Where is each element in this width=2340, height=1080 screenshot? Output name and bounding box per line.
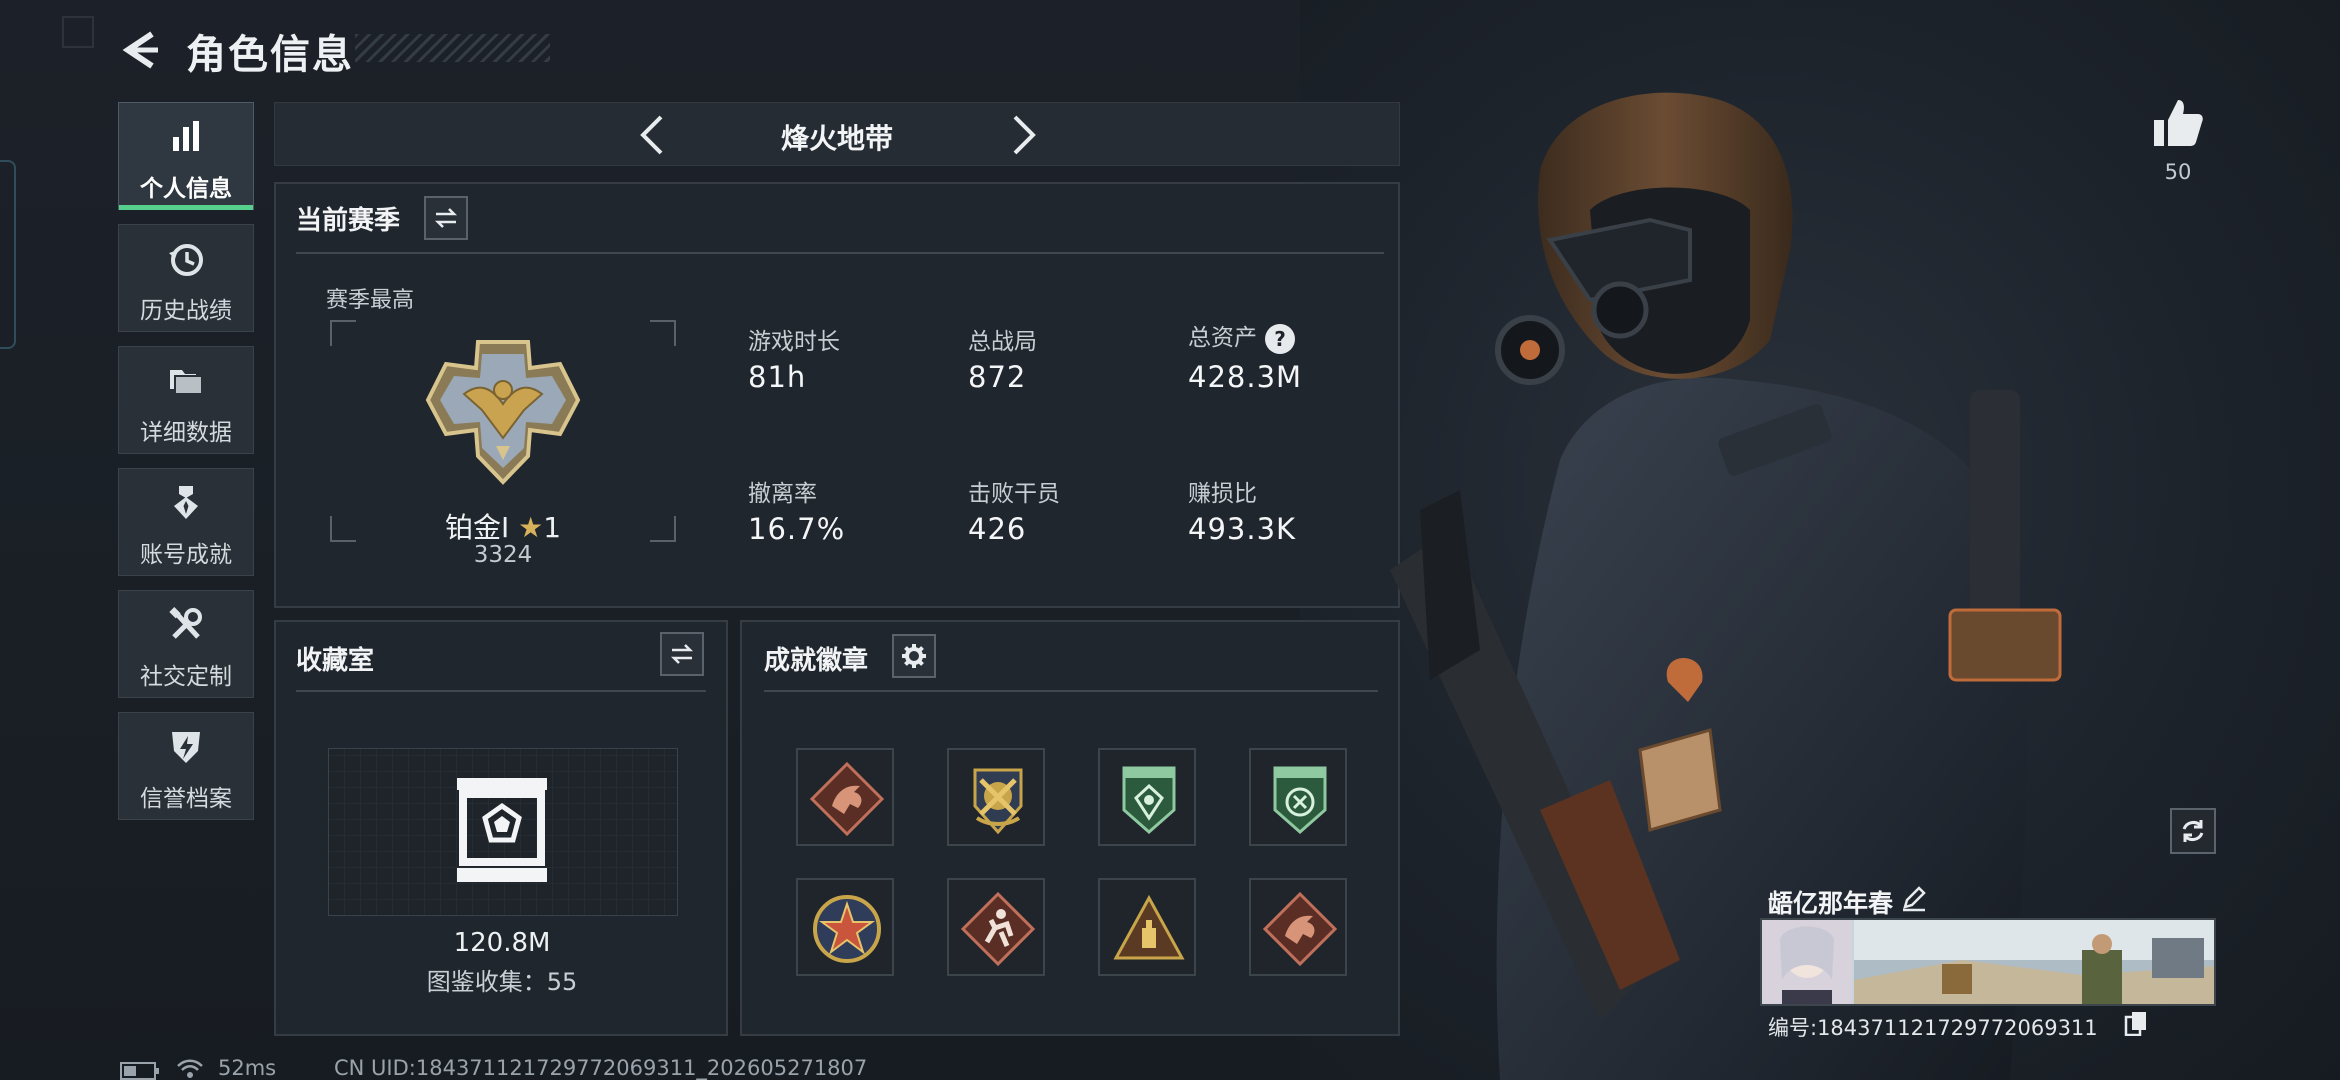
title-decoration <box>355 34 550 62</box>
stat-label-total-matches: 总战局 <box>968 329 1037 355</box>
stat-label-extraction-rate: 撤离率 <box>748 481 817 507</box>
mode-name: 烽火地带 <box>780 122 893 155</box>
stat-value-profit-loss-ratio: 493.3K <box>1188 512 1297 546</box>
next-mode-arrow-icon[interactable] <box>999 111 1047 159</box>
divider <box>296 252 1384 254</box>
stat-label-playtime: 游戏时长 <box>748 329 840 355</box>
folder-icon <box>170 370 203 395</box>
achievement-badge[interactable] <box>1249 748 1347 846</box>
mode-selector: 烽火地带 <box>274 102 1400 166</box>
stat-label-profit-loss-ratio: 赚损比 <box>1188 481 1257 507</box>
runner-emblem-icon <box>961 892 1035 966</box>
sidebar-item-social-custom[interactable]: 社交定制 <box>118 590 254 698</box>
swap-icon <box>670 644 694 664</box>
sidebar-item-achievements[interactable]: 账号成就 <box>118 468 254 576</box>
collection-panel-title: 收藏室 <box>296 646 375 676</box>
corner-decoration <box>62 16 94 48</box>
collection-switch-button[interactable] <box>660 632 704 676</box>
edge-tab[interactable] <box>0 160 16 349</box>
name-card-artwork <box>1762 920 2214 1004</box>
uid-text: CN UID:184371121729772069311_20260527180… <box>334 1056 868 1080</box>
stat-value-operators-defeated: 426 <box>968 512 1027 546</box>
vault-display-icon <box>457 778 547 882</box>
dragon-emblem-icon <box>1263 892 1337 966</box>
star-seal-emblem-icon <box>813 895 881 963</box>
bar-chart-icon <box>173 121 199 151</box>
collection-count: 图鉴收集：55 <box>426 968 578 996</box>
divider <box>764 690 1378 692</box>
achievement-badge[interactable] <box>1249 878 1347 976</box>
help-icon[interactable]: ? <box>1265 323 1295 354</box>
triangle-emblem-icon <box>1113 894 1185 960</box>
history-clock-icon <box>169 244 203 276</box>
medal-icon <box>174 486 198 519</box>
wifi-icon <box>177 1059 203 1078</box>
player-id: 编号:184371121729772069311 <box>1768 1016 2098 1040</box>
stat-value-total-assets: 428.3M <box>1188 360 1303 394</box>
season-best-label: 赛季最高 <box>326 288 415 313</box>
tools-icon <box>169 607 202 639</box>
refresh-icon <box>2182 820 2204 842</box>
sidebar-item-label: 详细数据 <box>140 420 232 446</box>
rank-name: 铂金I ★1 <box>444 511 562 544</box>
sidebar-item-credit-file[interactable]: 信誉档案 <box>118 712 254 820</box>
ping-value: 52ms <box>218 1056 277 1080</box>
achievement-badge[interactable] <box>1098 748 1196 846</box>
sidebar-item-label: 账号成就 <box>140 542 232 568</box>
player-name: 龉亿那年春 <box>1768 889 1894 918</box>
like-count: 50 <box>2164 160 2192 184</box>
sidebar-item-label: 历史战绩 <box>140 298 232 324</box>
sidebar-item-detailed-data[interactable]: 详细数据 <box>118 346 254 454</box>
achievement-badge[interactable] <box>947 878 1045 976</box>
green-shield-emblem-icon <box>1122 766 1176 834</box>
name-card-banner[interactable] <box>1760 918 2216 1006</box>
swap-icon <box>434 208 458 228</box>
page-title: 角色信息 <box>186 32 354 78</box>
collection-value: 120.8M <box>453 928 551 958</box>
achievement-badge[interactable] <box>796 878 894 976</box>
dragon-emblem-icon <box>810 762 884 836</box>
back-arrow-icon[interactable] <box>118 26 166 74</box>
platinum-rank-emblem-icon <box>425 340 581 485</box>
refresh-button[interactable] <box>2170 808 2216 854</box>
shield-lightning-icon <box>172 732 200 763</box>
gear-icon <box>902 644 926 668</box>
edit-pencil-icon[interactable] <box>1900 884 1928 912</box>
battery-icon <box>120 1062 159 1080</box>
sidebar-item-label: 社交定制 <box>140 664 232 690</box>
divider <box>296 690 706 692</box>
sidebar-item-label: 信誉档案 <box>140 786 232 812</box>
stat-label-total-assets: 总资产? <box>1188 318 1295 354</box>
badges-settings-button[interactable] <box>892 634 936 678</box>
crossed-swords-emblem-icon <box>973 768 1023 835</box>
achievement-badge[interactable] <box>947 748 1045 846</box>
sidebar-item-history[interactable]: 历史战绩 <box>118 224 254 332</box>
stat-value-total-matches: 872 <box>968 360 1027 394</box>
sidebar-item-personal-info[interactable]: 个人信息 <box>118 102 254 210</box>
green-shield-emblem-icon <box>1273 766 1327 834</box>
season-switch-button[interactable] <box>424 196 468 240</box>
badges-panel-title: 成就徽章 <box>764 646 869 676</box>
stat-value-extraction-rate: 16.7% <box>748 512 846 546</box>
like-thumb-icon[interactable] <box>2150 96 2206 152</box>
sidebar-item-label: 个人信息 <box>140 176 232 202</box>
rank-star-icon: ★ <box>518 511 544 544</box>
stat-label-operators-defeated: 击败干员 <box>968 481 1060 507</box>
achievement-badge[interactable] <box>1098 878 1196 976</box>
season-panel-title: 当前赛季 <box>296 206 401 236</box>
stat-value-playtime: 81h <box>748 360 807 394</box>
achievement-badge[interactable] <box>796 748 894 846</box>
copy-icon[interactable] <box>2124 1010 2148 1036</box>
rank-score: 3324 <box>473 542 533 568</box>
